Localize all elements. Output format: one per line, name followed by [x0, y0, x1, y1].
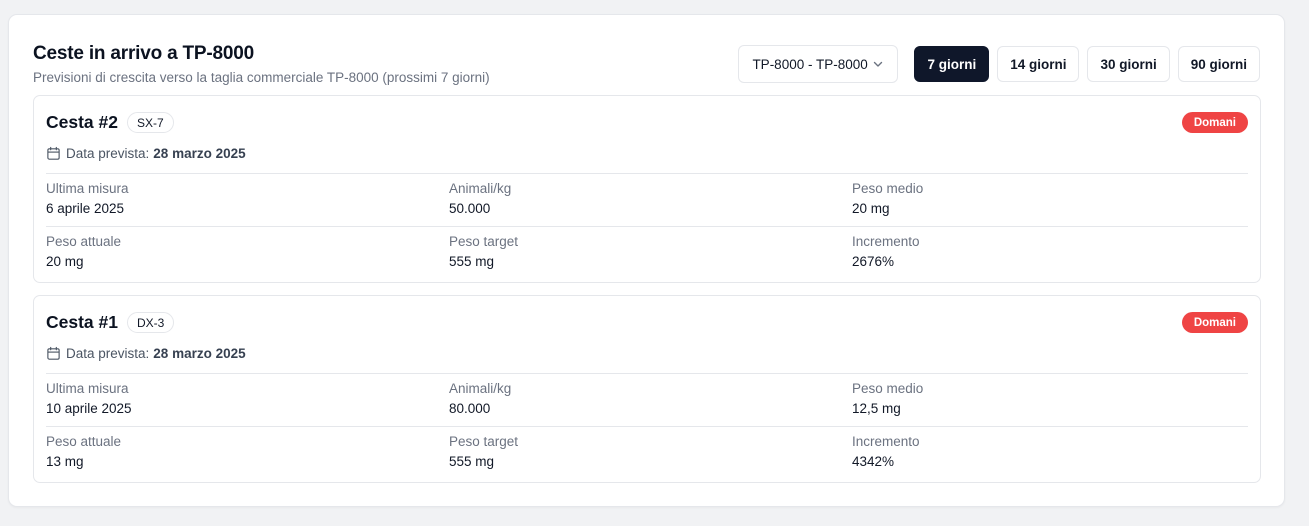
- stat-increment: Incremento 2676%: [852, 227, 1248, 279]
- stats-row: Peso attuale 13 mg Peso target 555 mg In…: [46, 426, 1248, 479]
- stat-label: Ultima misura: [46, 181, 129, 196]
- stat-value: 80.000: [449, 401, 491, 416]
- basket-card: Cesta #1 DX-3 Domani Data prevista: 28 m…: [33, 295, 1261, 483]
- stat-value: 2676%: [852, 254, 895, 269]
- basket-position-tag: SX-7: [127, 112, 174, 133]
- stat-value: 555 mg: [449, 454, 495, 469]
- size-range-select[interactable]: TP-8000 - TP-8000: [738, 45, 899, 83]
- stat-target-weight: Peso target 555 mg: [449, 227, 852, 279]
- expected-date-value: 28 marzo 2025: [153, 146, 246, 161]
- stat-target-weight: Peso target 555 mg: [449, 427, 852, 479]
- filter-controls: TP-8000 - TP-8000 7 giorni 14 giorni 30 …: [738, 45, 1260, 83]
- stat-value: 6 aprile 2025: [46, 201, 125, 216]
- stat-current-weight: Peso attuale 13 mg: [46, 427, 449, 479]
- arrival-badge: Domani: [1181, 312, 1248, 333]
- period-90-days-button[interactable]: 90 giorni: [1177, 46, 1260, 82]
- stats-row: Ultima misura 10 aprile 2025 Animali/kg …: [46, 373, 1248, 426]
- period-7-days-button[interactable]: 7 giorni: [914, 46, 990, 82]
- stat-label: Ultima misura: [46, 381, 129, 396]
- stat-label: Incremento: [852, 434, 920, 449]
- stat-label: Animali/kg: [449, 381, 512, 396]
- stat-current-weight: Peso attuale 20 mg: [46, 227, 449, 279]
- stat-value: 13 mg: [46, 454, 84, 469]
- page-subtitle: Previsioni di crescita verso la taglia c…: [33, 70, 490, 85]
- stat-average-weight: Peso medio 12,5 mg: [852, 374, 1248, 426]
- stat-label: Peso attuale: [46, 234, 122, 249]
- expected-date: Data prevista: 28 marzo 2025: [46, 346, 246, 361]
- period-30-days-button[interactable]: 30 giorni: [1087, 46, 1170, 82]
- basket-card: Cesta #2 SX-7 Domani Data prevista: 28 m…: [33, 95, 1261, 283]
- basket-stats: Ultima misura 10 aprile 2025 Animali/kg …: [46, 373, 1248, 479]
- calendar-icon: [47, 146, 60, 160]
- stat-label: Peso target: [449, 434, 519, 449]
- stat-value: 20 mg: [852, 201, 890, 216]
- panel-header: Ceste in arrivo a TP-8000 Previsioni di …: [33, 43, 490, 85]
- stat-value: 12,5 mg: [852, 401, 901, 416]
- stat-label: Peso attuale: [46, 434, 122, 449]
- forecast-panel: Ceste in arrivo a TP-8000 Previsioni di …: [8, 14, 1285, 507]
- stat-value: 20 mg: [46, 254, 84, 269]
- period-14-days-button[interactable]: 14 giorni: [997, 46, 1080, 82]
- stats-row: Peso attuale 20 mg Peso target 555 mg In…: [46, 226, 1248, 279]
- stat-increment: Incremento 4342%: [852, 427, 1248, 479]
- stat-label: Peso target: [449, 234, 519, 249]
- page-title: Ceste in arrivo a TP-8000: [33, 43, 254, 64]
- stat-value: 555 mg: [449, 254, 495, 269]
- stat-value: 50.000: [449, 201, 491, 216]
- stat-last-measure: Ultima misura 10 aprile 2025: [46, 374, 449, 426]
- stat-label: Peso medio: [852, 181, 924, 196]
- chevron-down-icon: [874, 61, 883, 67]
- expected-date: Data prevista: 28 marzo 2025: [46, 146, 246, 161]
- stat-animals-per-kg: Animali/kg 50.000: [449, 174, 852, 226]
- arrival-badge: Domani: [1181, 112, 1248, 133]
- basket-stats: Ultima misura 6 aprile 2025 Animali/kg 5…: [46, 173, 1248, 279]
- stat-animals-per-kg: Animali/kg 80.000: [449, 374, 852, 426]
- stat-value: 10 aprile 2025: [46, 401, 132, 416]
- basket-title: Cesta #1: [46, 312, 118, 332]
- basket-position-tag: DX-3: [127, 312, 175, 333]
- stat-label: Incremento: [852, 234, 920, 249]
- stats-row: Ultima misura 6 aprile 2025 Animali/kg 5…: [46, 173, 1248, 226]
- stat-value: 4342%: [852, 454, 895, 469]
- expected-date-label: Data prevista:: [66, 346, 150, 361]
- calendar-icon: [47, 346, 60, 360]
- stat-label: Animali/kg: [449, 181, 512, 196]
- basket-title: Cesta #2: [46, 112, 118, 132]
- stat-label: Peso medio: [852, 381, 924, 396]
- stat-last-measure: Ultima misura 6 aprile 2025: [46, 174, 449, 226]
- expected-date-value: 28 marzo 2025: [153, 346, 246, 361]
- expected-date-label: Data prevista:: [66, 146, 150, 161]
- size-range-select-value: TP-8000 - TP-8000: [752, 56, 868, 72]
- stat-average-weight: Peso medio 20 mg: [852, 174, 1248, 226]
